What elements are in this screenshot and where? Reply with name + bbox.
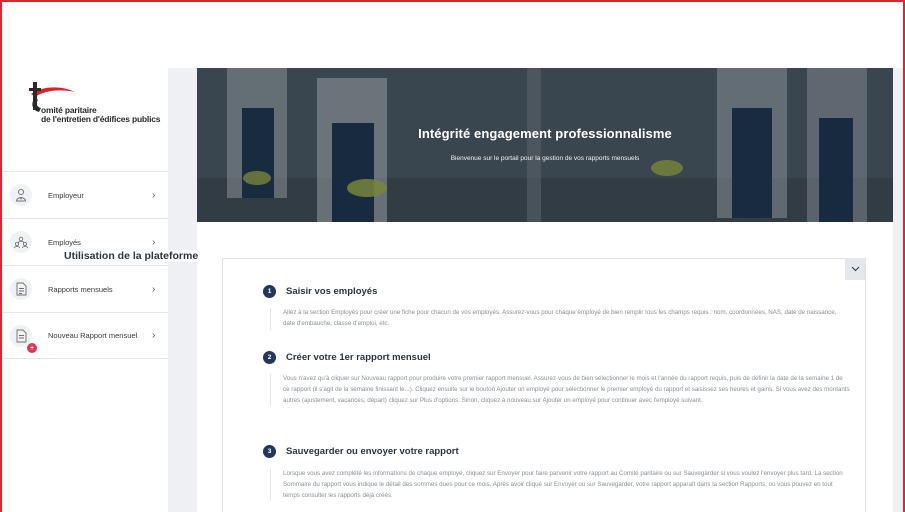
people-group-icon xyxy=(10,231,32,253)
document-report-icon xyxy=(10,278,32,300)
collapse-button[interactable] xyxy=(845,258,865,280)
hero-subtitle: Bienvenue sur le portail pour la gestion… xyxy=(450,155,640,162)
hero-overlay xyxy=(197,68,893,222)
step-description: Vous n'avez qu'à cliquer sur Nouveau rap… xyxy=(270,374,850,407)
hero-title: Intégrité engagement professionnalisme xyxy=(418,126,672,141)
sidebar-item-label: Employés xyxy=(48,237,81,247)
person-tie-icon xyxy=(10,184,32,206)
step-number: 1 xyxy=(263,285,276,298)
logo[interactable]: omité paritaire de l'entretien d'édifice… xyxy=(27,80,167,140)
chevron-down-icon xyxy=(851,266,859,272)
sidebar: omité paritaire de l'entretien d'édifice… xyxy=(2,68,168,512)
logo-line-2: de l'entretien d'édifices publics xyxy=(41,114,161,124)
step-number: 2 xyxy=(263,351,276,364)
sidebar-item-nouveau-rapport[interactable]: + Nouveau Rapport mensuel › xyxy=(2,312,168,359)
sidebar-menu: Employeur › Employés › Rapports mensuels… xyxy=(2,171,168,359)
chevron-right-icon: › xyxy=(152,283,156,295)
chevron-right-icon: › xyxy=(152,330,156,341)
sidebar-item-employeur[interactable]: Employeur › xyxy=(2,171,168,218)
step-title: Saisir vos employés xyxy=(286,286,378,297)
sidebar-item-label: Employeur xyxy=(48,190,84,200)
section-title: Utilisation de la plateforme xyxy=(64,250,203,262)
sidebar-item-label: Rapports mensuels xyxy=(48,284,113,294)
chevron-right-icon: › xyxy=(152,189,156,201)
step-description: Lorsque vous avez complété les informati… xyxy=(270,469,850,502)
step-number: 3 xyxy=(263,445,276,458)
step-title: Sauvegarder ou envoyer votre rapport xyxy=(286,446,459,457)
hero-banner: Intégrité engagement professionnalisme B… xyxy=(197,68,893,222)
chevron-right-icon: › xyxy=(152,236,156,248)
sidebar-item-label: Nouveau Rapport mensuel xyxy=(48,331,138,340)
step-description: Allez à la section Employés pour créer u… xyxy=(270,308,850,330)
step-title: Créer votre 1er rapport mensuel xyxy=(286,352,431,363)
sidebar-item-rapports-mensuels[interactable]: Rapports mensuels › xyxy=(2,265,168,312)
new-badge: + xyxy=(27,343,37,353)
